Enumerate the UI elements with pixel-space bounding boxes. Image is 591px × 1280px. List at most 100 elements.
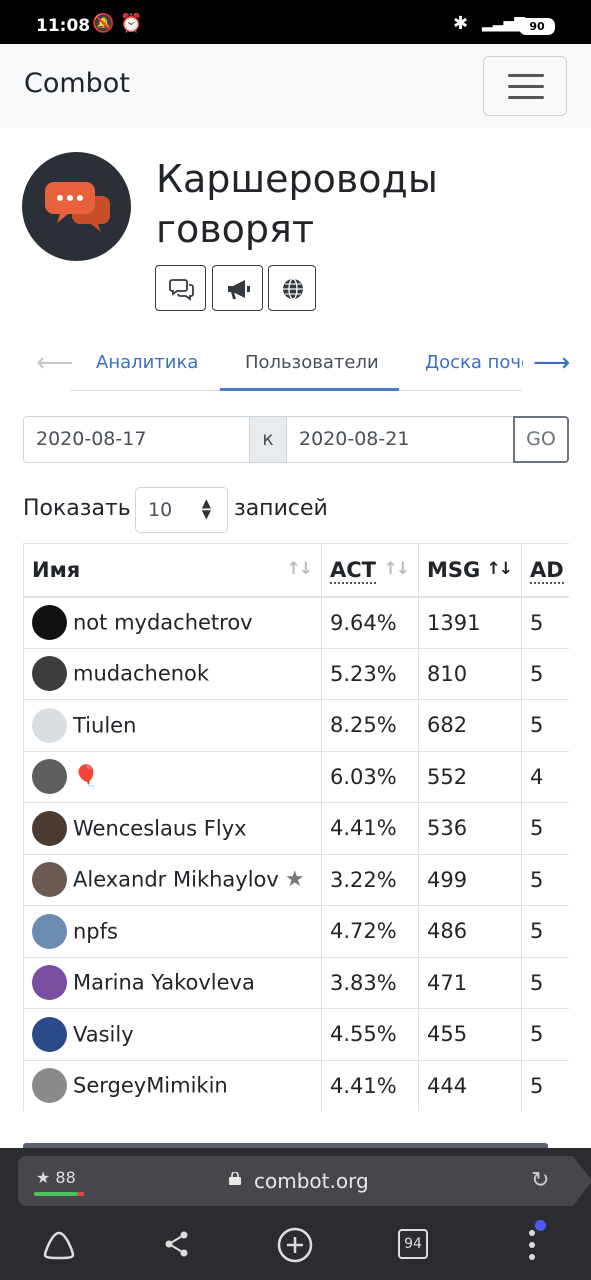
status-bar: 11:08 🔕 ⏰ ✱ ▂▃▅▇ 90 [0, 0, 591, 44]
avatar [32, 1016, 67, 1052]
go-button[interactable]: GO [513, 416, 569, 463]
avatar [32, 965, 67, 1001]
alarm-icon: ⏰ [120, 13, 143, 34]
reload-icon[interactable]: ↻ [531, 1168, 549, 1193]
avatar [32, 759, 67, 795]
cell-msg: 1391 [418, 596, 522, 649]
date-range-filter: 2020-08-17 к 2020-08-21 GO [23, 416, 569, 463]
user-name-cell[interactable]: npfs [23, 905, 322, 958]
browser-toolbar: ★ 88 combot.org ↻ 94 [0, 1148, 591, 1280]
new-tab-icon[interactable] [276, 1226, 314, 1271]
date-from-input[interactable]: 2020-08-17 [23, 416, 250, 463]
table-row: Alexandr Mikhaylov ★ 3.22% 499 5 [23, 853, 569, 906]
cell-msg: 499 [418, 853, 522, 906]
user-name[interactable]: Alexandr Mikhaylov [73, 868, 279, 892]
entries-select[interactable]: 10 ▲ ▼ [135, 487, 228, 533]
select-caret-icon: ▲ ▼ [201, 496, 211, 521]
cell-act: 4.55% [321, 1008, 419, 1061]
cell-ad: 5 [521, 802, 569, 855]
rating-bar [34, 1192, 84, 1196]
user-name[interactable]: npfs [73, 919, 118, 943]
user-name-cell[interactable]: Vasily [23, 1008, 322, 1061]
mute-icon: 🔕 [92, 13, 115, 34]
site-rating[interactable]: ★ 88 [36, 1168, 76, 1187]
table-row: npfs 4.72% 486 5 [23, 905, 569, 958]
date-to-input[interactable]: 2020-08-21 [286, 416, 514, 463]
date-separator: к [249, 416, 287, 463]
chat-bubbles-logo-icon [45, 182, 110, 232]
arrow-right-icon[interactable]: ⟶ [533, 350, 570, 376]
column-header-ad[interactable]: AD [521, 543, 569, 598]
user-name[interactable]: mudachenok [73, 662, 209, 686]
user-name[interactable]: Vasily [73, 1022, 134, 1046]
active-tab-indicator [220, 388, 399, 391]
website-button[interactable] [268, 265, 316, 311]
cell-act: 3.22% [321, 853, 419, 906]
address-bar[interactable]: ★ 88 combot.org ↻ [18, 1156, 591, 1206]
table-row: SergeyMimikin 4.41% 444 5 [23, 1059, 569, 1111]
column-header-name[interactable]: Имя ↑↓ [23, 543, 322, 598]
cell-act: 9.64% [321, 596, 419, 649]
table-row: Tiulen 8.25% 682 5 [23, 699, 569, 752]
sort-desc-icon: ↑↓ [486, 559, 513, 579]
cell-ad: 5 [521, 1008, 569, 1061]
share-icon[interactable] [163, 1230, 191, 1265]
chat-button[interactable] [155, 265, 206, 311]
cell-ad: 5 [521, 905, 569, 958]
url-text[interactable]: combot.org [254, 1169, 369, 1193]
page-title: Каршероводы говорят [156, 157, 438, 251]
user-name[interactable]: SergeyMimikin [73, 1074, 228, 1098]
tabs-count-button[interactable]: 94 [398, 1229, 428, 1259]
tab-analytics[interactable]: Аналитика [96, 352, 198, 373]
user-name-cell[interactable]: SergeyMimikin [23, 1059, 322, 1111]
cell-act: 8.25% [321, 699, 419, 752]
cell-msg: 810 [418, 647, 522, 700]
user-name[interactable]: Tiulen [73, 713, 136, 737]
avatar [32, 656, 67, 692]
table-row: Vasily 4.55% 455 5 [23, 1008, 569, 1061]
hamburger-icon [508, 74, 544, 77]
tab-leaderboard[interactable]: Доска поче [425, 352, 523, 373]
brand-link[interactable]: Combot [24, 68, 130, 99]
star-icon: ★ [284, 867, 305, 893]
user-name[interactable]: Marina Yakovleva [73, 971, 255, 995]
avatar [32, 1068, 67, 1104]
users-table-wrapper: Имя ↑↓ ACT ↑↓ MSG ↑↓ AD not mydachetrov 9… [23, 543, 569, 1111]
table-row: not mydachetrov 9.64% 1391 5 [23, 596, 569, 649]
cell-ad: 5 [521, 956, 569, 1009]
user-name[interactable]: not mydachetrov [73, 611, 253, 635]
table-row: 🎈 6.03% 552 4 [23, 750, 569, 803]
entries-select-value: 10 [148, 499, 173, 521]
user-name-cell[interactable]: 🎈 [23, 750, 322, 803]
comments-icon [169, 279, 194, 301]
user-name-cell[interactable]: mudachenok [23, 647, 322, 700]
cell-act: 5.23% [321, 647, 419, 700]
user-name-cell[interactable]: Marina Yakovleva [23, 956, 322, 1009]
user-name[interactable]: Wenceslaus Flyx [73, 816, 247, 840]
table-header-row: Имя ↑↓ ACT ↑↓ MSG ↑↓ AD [23, 543, 569, 598]
tab-users[interactable]: Пользователи [245, 352, 379, 373]
table-row: Wenceslaus Flyx 4.41% 536 5 [23, 802, 569, 855]
user-name-cell[interactable]: Wenceslaus Flyx [23, 802, 322, 855]
cell-ad: 5 [521, 1059, 569, 1111]
user-name-cell[interactable]: Tiulen [23, 699, 322, 752]
avatar [32, 913, 67, 949]
column-header-act[interactable]: ACT ↑↓ [321, 543, 419, 598]
home-icon[interactable] [42, 1230, 76, 1267]
user-name[interactable]: 🎈 [73, 764, 99, 788]
cell-act: 4.41% [321, 1059, 419, 1111]
arrow-left-icon[interactable]: ⟵ [36, 350, 73, 376]
channel-button[interactable] [212, 265, 263, 311]
sort-icon: ↑↓ [383, 559, 410, 579]
cell-msg: 455 [418, 1008, 522, 1061]
column-header-msg[interactable]: MSG ↑↓ [418, 543, 522, 598]
group-avatar [22, 152, 131, 261]
menu-toggle-button[interactable] [483, 56, 567, 116]
more-menu-icon[interactable] [522, 1228, 542, 1269]
user-name-cell[interactable]: Alexandr Mikhaylov ★ [23, 853, 322, 906]
status-time: 11:08 [36, 16, 91, 36]
cell-msg: 444 [418, 1059, 522, 1111]
avatar [32, 605, 67, 640]
user-name-cell[interactable]: not mydachetrov [23, 596, 322, 649]
cell-act: 4.41% [321, 802, 419, 855]
